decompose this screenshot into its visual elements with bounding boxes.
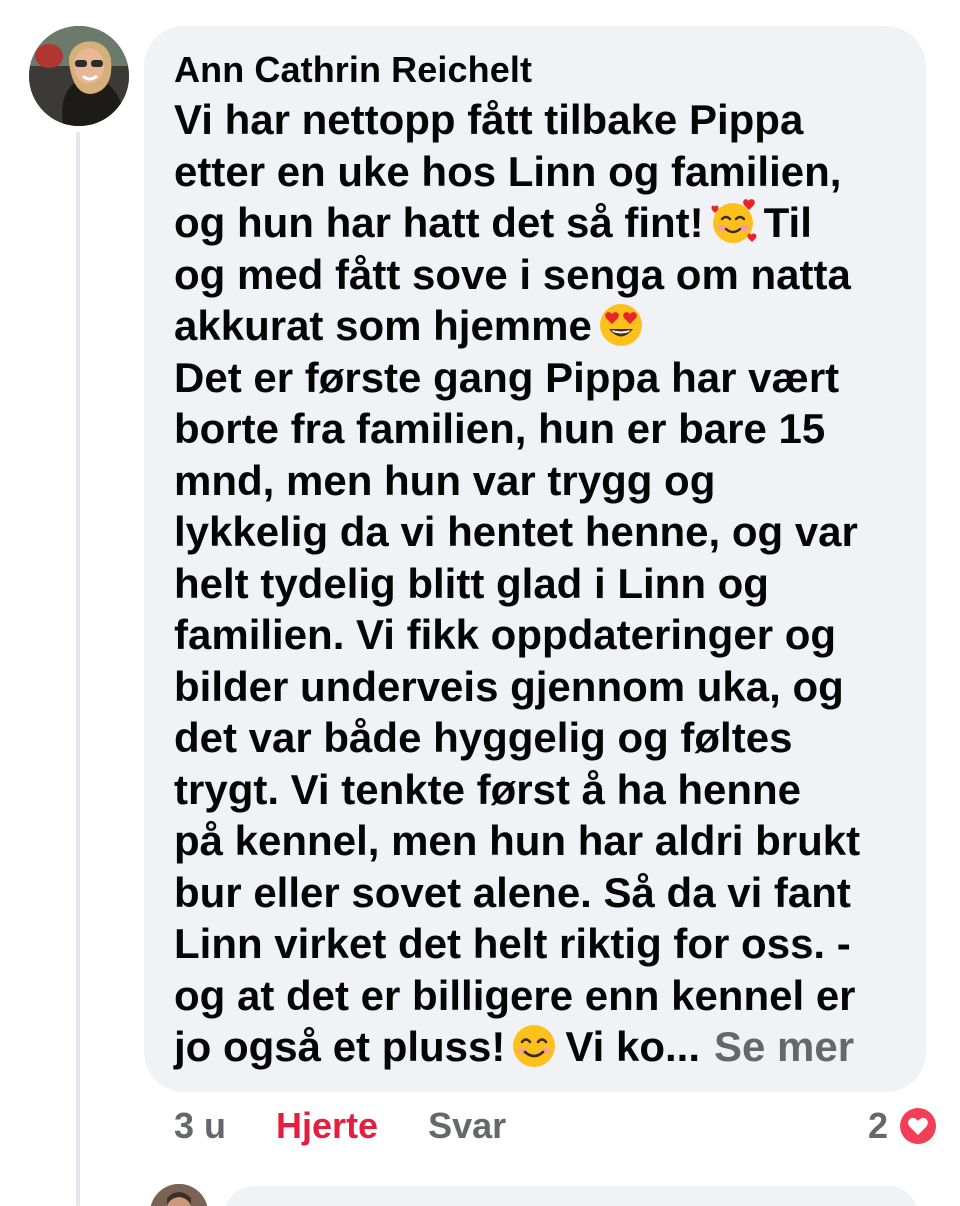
comment-thread: Ann Cathrin Reichelt Vi har nettopp fått… bbox=[0, 0, 960, 1206]
comment-line: lykkelig da vi hentet henne, og var bbox=[174, 508, 858, 555]
comment-line: etter en uke hos Linn og familien, bbox=[174, 147, 842, 195]
reaction-count: 2 bbox=[867, 1105, 888, 1146]
comment-line: akkurat som hjemme bbox=[174, 300, 906, 352]
comment-line: familien. Vi fikk oppdateringer og bbox=[174, 611, 837, 658]
reply-button[interactable]: Svar bbox=[428, 1104, 506, 1148]
heart-eyes-emoji-icon bbox=[599, 304, 642, 346]
comment-line-text: akkurat som hjemme bbox=[174, 302, 592, 349]
comment-actions: 3 u Hjerte Svar bbox=[174, 1104, 506, 1148]
comment-line: bur eller sovet alene. Så da vi fant bbox=[174, 868, 851, 916]
comment-line: og med fått sove i senga om natta bbox=[174, 250, 851, 298]
next-comment-bubble bbox=[224, 1186, 918, 1206]
comment-line-text: jo også et pluss! bbox=[174, 1023, 506, 1070]
comment-line: trygt. Vi tenkte først å ha henne bbox=[174, 765, 802, 813]
smiling-face-emoji-icon bbox=[513, 1025, 556, 1067]
comment-line: Det er første gang Pippa har vært bbox=[174, 353, 840, 401]
avatar-photo bbox=[29, 26, 129, 126]
avatar-photo bbox=[150, 1184, 208, 1206]
comment-line: borte fra familien, hun er bare 15 bbox=[174, 405, 826, 452]
love-reaction-button[interactable]: Hjerte bbox=[276, 1104, 378, 1148]
love-icon bbox=[897, 1105, 939, 1147]
comment-line: jo også et pluss! Vi ko... Se mer bbox=[174, 1021, 906, 1073]
thread-connector-line bbox=[76, 132, 80, 1206]
comment-line: det var både hyggelig og føltes bbox=[174, 714, 793, 761]
reaction-summary[interactable]: 2 bbox=[868, 1104, 940, 1148]
comment-bubble: Ann Cathrin Reichelt Vi har nettopp fått… bbox=[144, 26, 926, 1092]
comment-author-name[interactable]: Ann Cathrin Reichelt bbox=[174, 48, 906, 92]
comment-line: mnd, men hun var trygg og bbox=[174, 456, 716, 504]
comment-line: bilder underveis gjennom uka, og bbox=[174, 662, 844, 710]
next-comment-avatar[interactable] bbox=[150, 1184, 208, 1206]
comment-line: helt tydelig blitt glad i Linn og bbox=[174, 559, 769, 607]
comment-line: og at det er billigere enn kennel er bbox=[174, 971, 856, 1019]
see-more-link[interactable]: Se mer bbox=[714, 1023, 854, 1070]
comment-line-text: Vi ko... bbox=[565, 1023, 701, 1070]
comment-line: Linn virket det helt riktig for oss. - bbox=[174, 920, 851, 967]
comment-line-text: Til bbox=[763, 199, 812, 246]
smiling-face-with-hearts-emoji-icon bbox=[711, 199, 757, 243]
comment-line-text: og hun har hatt det så fint! bbox=[174, 199, 704, 246]
comment-line: på kennel, men hun har aldri brukt bbox=[174, 817, 861, 864]
avatar[interactable] bbox=[29, 26, 129, 126]
comment-line: og hun har hatt det så fint! Til bbox=[174, 197, 906, 249]
comment-body: Vi har nettopp fått tilbake Pippa etter … bbox=[174, 94, 906, 1073]
comment-timestamp[interactable]: 3 u bbox=[174, 1104, 226, 1148]
comment-line: Vi har nettopp fått tilbake Pippa bbox=[174, 96, 804, 143]
